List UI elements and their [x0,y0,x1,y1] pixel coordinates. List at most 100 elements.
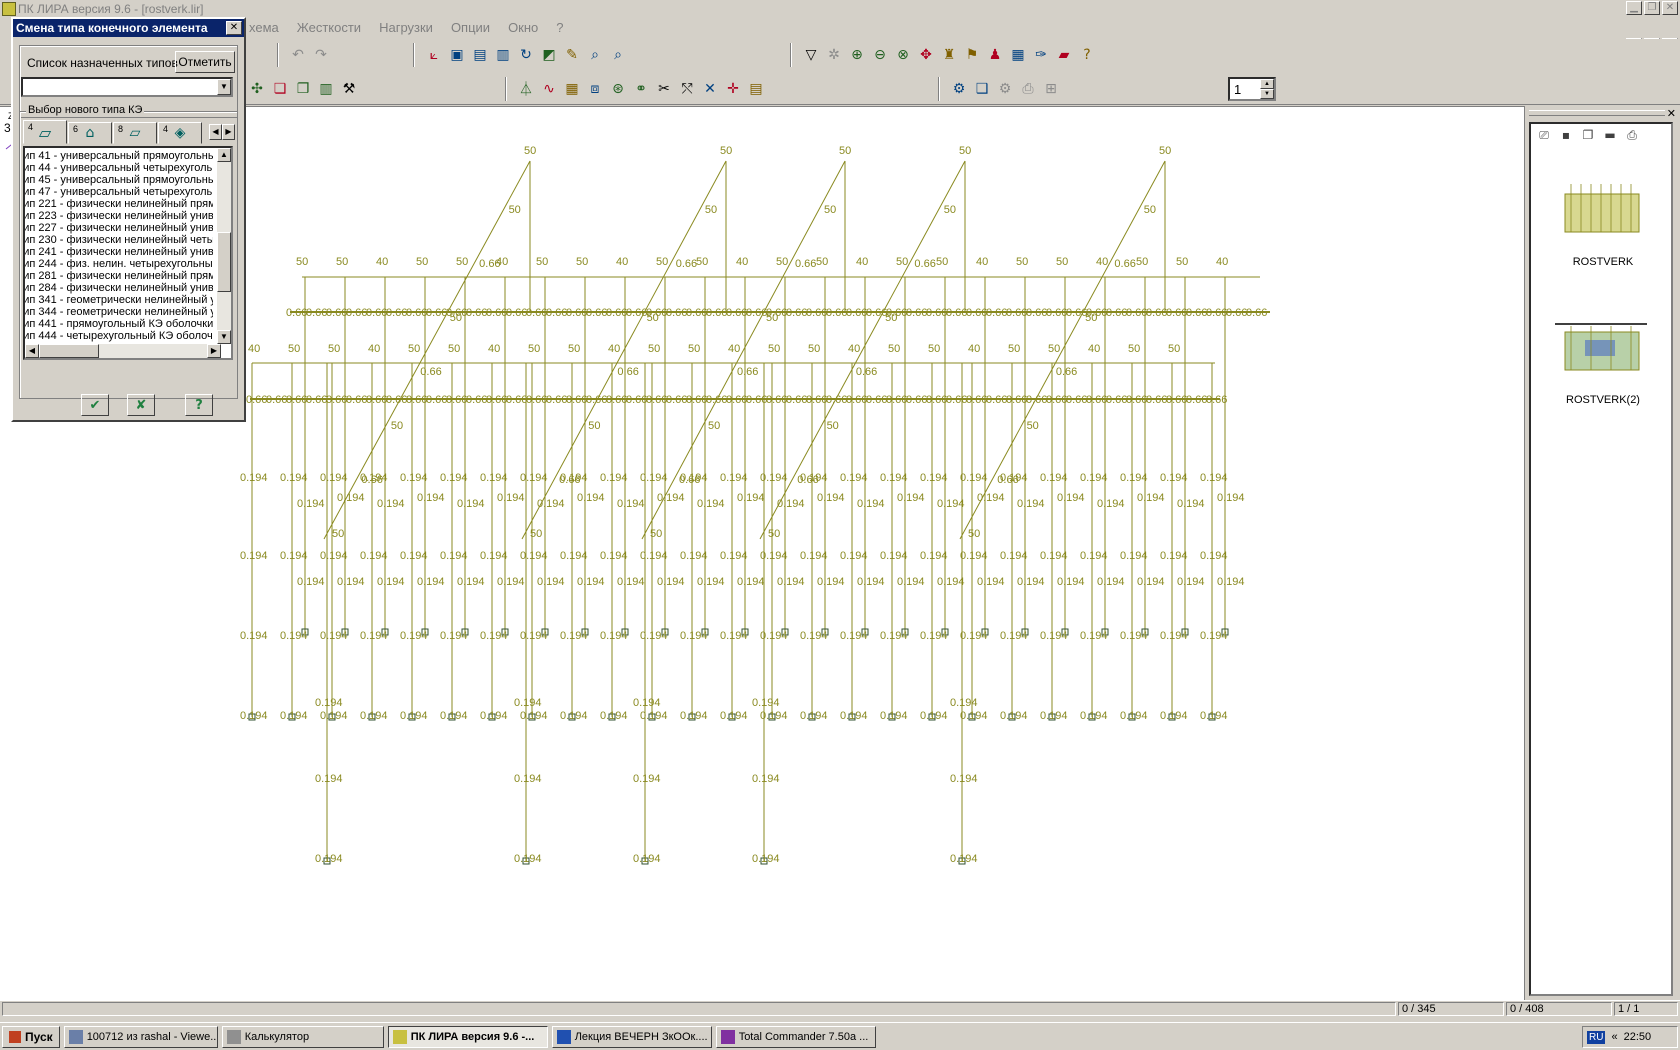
scroll-thumb[interactable] [217,232,231,292]
fe-type-item[interactable]: Тип 47 - универсальный четырехугольный [25,186,213,198]
filter-icon[interactable]: ▽ [801,45,821,65]
minimize-button[interactable]: ▁ [1626,1,1642,15]
zoom-out-icon[interactable]: ⊖ [870,45,890,65]
assigned-types-combo[interactable]: ▼ [21,77,233,97]
results-icon[interactable]: ❑ [972,79,992,99]
fe-type-list[interactable]: Тип 41 - универсальный прямоугольныйТип … [23,146,233,360]
mark-button[interactable]: Отметить [175,51,235,73]
flag-icon[interactable]: ⚑ [962,45,982,65]
split-icon[interactable]: ⤲ [677,79,697,99]
axes-xyz-icon[interactable]: ⟀ [424,45,444,65]
wrench-icon[interactable]: ⚒ [339,79,359,99]
layer-icon[interactable]: ▥ [316,79,336,99]
scroll-right-icon[interactable]: ▶ [207,344,221,358]
image-icon[interactable]: ▬ [1601,126,1619,144]
scroll-up-icon[interactable]: ▲ [217,148,231,162]
export-icon[interactable]: ⊞ [1041,79,1061,99]
fe-type-item[interactable]: Тип 230 - физически нелинейный четыр [25,234,213,246]
tab-4-node-plate[interactable]: 4 ▱ [23,120,67,144]
undo-icon[interactable]: ↶ [288,45,308,65]
select-nodes-icon[interactable]: ✥ [916,45,936,65]
menu-help[interactable]: ? [547,18,572,38]
mode-icon[interactable]: ⚙ [995,79,1015,99]
copy-icon[interactable]: ❏ [270,79,290,99]
language-indicator[interactable]: RU [1587,1030,1606,1044]
scissors-icon[interactable]: ✂ [654,79,674,99]
view-xz-icon[interactable]: ▣ [447,45,467,65]
fragment-icon[interactable]: ✲ [824,45,844,65]
fe-type-item[interactable]: Тип 441 - прямоугольный КЭ оболочки с [25,318,213,330]
chevron-down-icon[interactable]: ▼ [217,79,231,95]
apply-button[interactable]: ✔ [81,394,109,416]
fe-type-item[interactable]: Тип 41 - универсальный прямоугольный [25,150,213,162]
redo-icon[interactable]: ↷ [311,45,331,65]
pencil-icon[interactable]: ✎ [562,45,582,65]
fe-type-item[interactable]: Тип 44 - универсальный четырехугольный [25,162,213,174]
camera-icon[interactable]: ⎚ [1535,126,1553,144]
cross-icon[interactable]: ✕ [700,79,720,99]
fe-type-item[interactable]: Тип 444 - четырехугольный КЭ оболочки [25,330,213,342]
grid-icon[interactable]: ▦ [562,79,582,99]
menu-options[interactable]: Опции [442,18,499,38]
menu-scheme[interactable]: хема [240,18,288,38]
rigid-icon[interactable]: ⧈ [585,79,605,99]
vertical-scrollbar[interactable]: ▲ ▼ [217,148,231,344]
paste-icon[interactable]: ❐ [293,79,313,99]
info-icon[interactable]: ✑ [1031,45,1051,65]
dialog-close-button[interactable]: ✕ [226,21,242,35]
menu-stiffness[interactable]: Жесткости [288,18,370,38]
support-icon[interactable]: ⏃ [516,79,536,99]
fe-type-item[interactable]: Тип 344 - геометрически нелинейный у [25,306,213,318]
restore-button[interactable]: ❐ [1644,1,1660,15]
fe-type-item[interactable]: Тип 227 - физически нелинейный униве [25,222,213,234]
rotate-icon[interactable]: ↻ [516,45,536,65]
fe-type-item[interactable]: Тип 244 - физ. нелин. четырехугольный [25,258,213,270]
view-xy-icon[interactable]: ▤ [470,45,490,65]
move-icon[interactable]: ✛ [723,79,743,99]
help-button[interactable]: ? [185,394,213,416]
zoom-window-icon[interactable]: ⌕ [608,45,628,65]
spinner-up-button[interactable]: ▲ [1260,79,1274,89]
view-yz-icon[interactable]: ▥ [493,45,513,65]
save-icon[interactable]: ▪ [1557,126,1575,144]
fe-type-item[interactable]: Тип 281 - физически нелинейный прямо [25,270,213,282]
fe-type-item[interactable]: Тип 341 - геометрически нелинейный у [25,294,213,306]
task-lira[interactable]: ПК ЛИРА версия 9.6 -... [387,1025,548,1048]
projection-icon[interactable]: ◩ [539,45,559,65]
print-icon[interactable]: ⎙ [1623,126,1641,144]
layers-icon[interactable]: ▦ [1008,45,1028,65]
table-icon[interactable]: ▤ [746,79,766,99]
thumbnail-rostverk[interactable] [1551,176,1651,246]
print-icon[interactable]: ⎙ [1018,79,1038,99]
tab-4-node-shell[interactable]: 4 ◈ [158,122,202,144]
calc-icon[interactable]: ⚙ [949,79,969,99]
fe-type-item[interactable]: Тип 45 - универсальный прямоугольный [25,174,213,186]
dialog-titlebar[interactable]: Смена типа конечного элемента ✕ [13,19,244,37]
zoom-icon[interactable]: ⌕ [585,45,605,65]
panel-close-icon[interactable]: ✕ [1667,107,1676,120]
scroll-left-icon[interactable]: ◀ [25,344,39,358]
spinner-down-button[interactable]: ▼ [1260,89,1274,99]
cancel-button[interactable]: ✘ [127,394,155,416]
scroll-thumb[interactable] [39,344,99,358]
link-icon[interactable]: ⚭ [631,79,651,99]
task-viewer[interactable]: 100712 из rashal - Viewe... [63,1025,218,1048]
help-icon[interactable]: ? [1077,45,1097,65]
horizontal-scrollbar[interactable]: ◀ ▶ [25,344,221,358]
fe-type-item[interactable]: Тип 241 - физически нелинейный униве [25,246,213,258]
person-icon[interactable]: ♟ [985,45,1005,65]
tab-right-icon[interactable]: ▶ [222,124,235,140]
select-elements-icon[interactable]: ♜ [939,45,959,65]
tab-left-icon[interactable]: ◀ [209,124,222,140]
fe-type-item[interactable]: Тип 284 - физически нелинейный униве [25,282,213,294]
tray-expand-icon[interactable]: « [1611,1031,1617,1043]
menu-window[interactable]: Окно [499,18,547,38]
close-button[interactable]: ✕ [1662,1,1678,15]
fe-type-item[interactable]: Тип 221 - физически нелинейный прямо [25,198,213,210]
task-calculator[interactable]: Калькулятор [221,1025,384,1048]
start-button[interactable]: Пуск [2,1025,60,1048]
thumbnail-rostverk-2[interactable] [1551,314,1651,384]
copy-icon[interactable]: ❐ [1579,126,1597,144]
hinge-icon[interactable]: ⊛ [608,79,628,99]
task-word[interactable]: Лекция ВЕЧЕРН ЗкООк.... [551,1025,712,1048]
